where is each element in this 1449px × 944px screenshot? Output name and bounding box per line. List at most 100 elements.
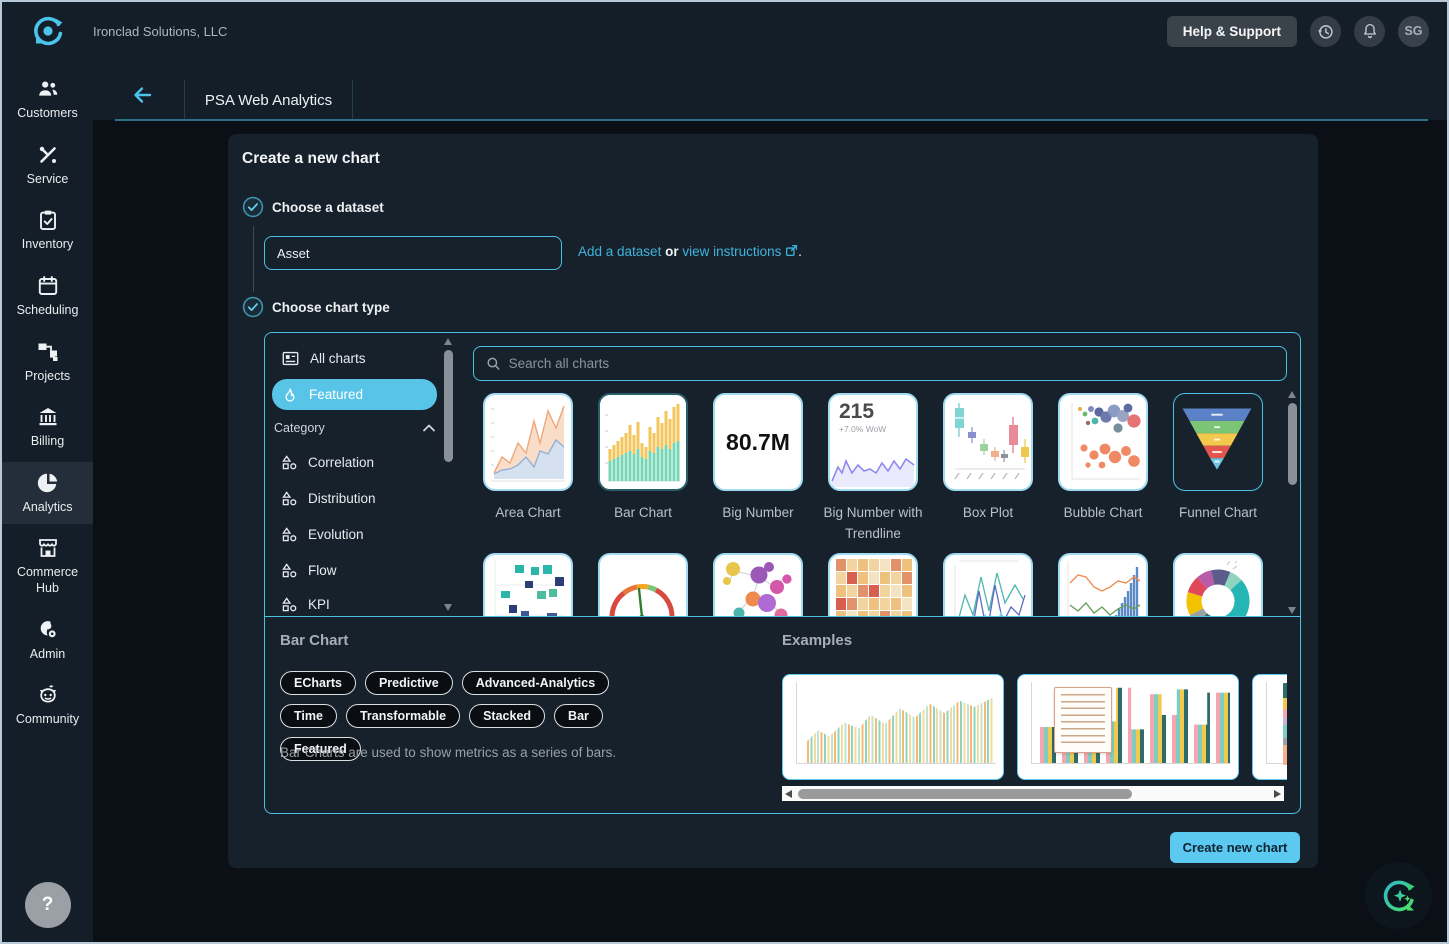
tag-badge: ECharts [280, 671, 356, 695]
app-logo[interactable] [2, 13, 93, 49]
combo-chart-thumbnail [1067, 561, 1141, 616]
topbar: Ironclad Solutions, LLC Help & Support S… [2, 2, 1447, 60]
gallery-icon [282, 351, 299, 365]
nav-category-distribution[interactable]: Distribution [273, 483, 433, 513]
projects-icon [38, 343, 57, 361]
sidebar-item-analytics[interactable]: Analytics [2, 461, 93, 525]
chart-card-label: Big Number [722, 505, 794, 520]
dataset-links: Add a dataset or view instructions . [578, 244, 802, 259]
back-button[interactable] [127, 83, 157, 109]
search-input[interactable] [508, 356, 1274, 371]
history-button[interactable] [1310, 15, 1341, 47]
calendar-heatmap-thumbnail [836, 559, 912, 616]
chart-search[interactable] [473, 346, 1287, 381]
dataset-input[interactable] [264, 236, 562, 270]
topbar-actions: Help & Support SG [1166, 15, 1447, 47]
chart-card-row2[interactable] [828, 553, 918, 616]
sidebar-item-admin[interactable]: Admin [2, 609, 93, 672]
chart-card-big-number-trendline[interactable]: 215 +7.0% WoW [828, 393, 918, 491]
funnel-chart-thumbnail [1182, 408, 1252, 470]
sidebar-item-projects[interactable]: Projects [2, 331, 93, 394]
tab-underline [115, 119, 1428, 121]
help-support-button[interactable]: Help & Support [1166, 15, 1297, 47]
step-connector [252, 226, 254, 292]
chart-card-row2[interactable] [483, 553, 573, 616]
chart-card-bar-chart[interactable] [598, 393, 688, 491]
chart-card-label: Area Chart [495, 505, 561, 520]
nav-all-charts[interactable]: All charts [273, 343, 433, 373]
nav-label: Flow [308, 562, 337, 578]
sidebar-item-label: Customers [17, 106, 78, 120]
nav-category-correlation[interactable]: Correlation [273, 447, 433, 477]
grid-scrollbar-thumb[interactable] [1288, 403, 1297, 485]
chart-card-row2[interactable] [598, 553, 688, 616]
step2-label: Choose chart type [272, 300, 390, 315]
nav-category-evolution[interactable]: Evolution [273, 519, 433, 549]
nav-category-header[interactable]: Category [274, 421, 440, 435]
trendline-numbers: 215 +7.0% WoW [839, 401, 886, 434]
chart-card-area-chart[interactable] [483, 393, 573, 491]
scroll-up-arrow[interactable] [1288, 391, 1296, 398]
example-chart-stacked-bars[interactable] [1252, 674, 1287, 780]
sidebar-item-service[interactable]: Service [2, 134, 93, 197]
example-chart-thin-bars[interactable] [782, 674, 1004, 780]
sidebar-item-inventory[interactable]: Inventory [2, 199, 93, 262]
sidebar-item-label: Analytics [22, 499, 73, 514]
nav-category-kpi[interactable]: KPI [273, 589, 433, 619]
chart-card-label: Box Plot [962, 505, 1014, 520]
schema-icon [282, 562, 297, 577]
examples-scrollbar[interactable] [782, 786, 1284, 801]
tab-psa-web-analytics[interactable]: PSA Web Analytics [185, 80, 352, 120]
chart-card-row2[interactable] [1058, 553, 1148, 616]
chart-card-funnel-chart[interactable] [1173, 393, 1263, 491]
scroll-down-arrow[interactable] [1288, 607, 1296, 614]
scroll-down-arrow[interactable] [444, 604, 452, 611]
tooltip-lines [1061, 694, 1105, 746]
view-instructions-link[interactable]: view instructions [682, 244, 781, 259]
chart-card-row2[interactable] [943, 553, 1033, 616]
nav-scrollbar-thumb[interactable] [444, 350, 453, 462]
chart-card-bubble-chart[interactable] [1058, 393, 1148, 491]
nav-featured[interactable]: Featured [272, 379, 437, 410]
sidebar-item-community[interactable]: Community [2, 674, 93, 737]
chart-card-big-number[interactable]: 80.7M [713, 393, 803, 491]
nav-category-flow[interactable]: Flow [273, 555, 433, 585]
brand-logo-icon [33, 16, 62, 46]
user-avatar[interactable]: SG [1398, 15, 1429, 47]
trend-value: 215 [839, 400, 875, 423]
scroll-left-arrow[interactable] [785, 789, 792, 798]
selector-divider [265, 616, 1300, 617]
chart-card-row2[interactable] [1173, 553, 1263, 616]
nav-label: Correlation [308, 454, 375, 470]
scroll-up-arrow[interactable] [444, 338, 452, 345]
tab-separator [352, 80, 353, 120]
chart-card-box-plot[interactable] [943, 393, 1033, 491]
sidebar-item-commerce-hub[interactable]: Commerce Hub [2, 527, 93, 605]
schema-icon [282, 490, 297, 505]
nav-scrollbar[interactable] [442, 335, 455, 614]
ai-assistant-button[interactable] [1365, 862, 1432, 929]
examples-scrollbar-thumb[interactable] [798, 788, 1132, 799]
example-chart-grouped-bars[interactable] [1017, 674, 1239, 780]
add-dataset-link[interactable]: Add a dataset [578, 244, 661, 259]
scroll-right-arrow[interactable] [1274, 789, 1281, 798]
trendline-sparkline [831, 457, 915, 487]
tag-badge: Predictive [364, 671, 453, 695]
search-icon [487, 357, 500, 370]
sidebar-item-customers[interactable]: Customers [2, 68, 93, 131]
tag-badge: Time [280, 704, 337, 728]
gauge-thumbnail [609, 583, 675, 616]
sidebar-item-label: Admin [29, 646, 66, 661]
help-fab[interactable]: ? [24, 882, 71, 928]
notifications-button[interactable] [1354, 15, 1385, 47]
create-new-chart-button[interactable]: Create new chart [1170, 832, 1300, 863]
chart-description: Bar Charts are used to show metrics as a… [280, 745, 617, 760]
big-number-value: 80.7M [726, 428, 790, 455]
schema-icon [282, 454, 297, 469]
step1-check-icon [242, 196, 264, 218]
sidebar-item-billing[interactable]: Billing [2, 396, 93, 459]
service-tools-icon [39, 146, 56, 163]
grid-scrollbar[interactable] [1286, 389, 1299, 616]
sidebar-item-scheduling[interactable]: Scheduling [2, 265, 93, 328]
chart-card-row2[interactable] [713, 553, 803, 616]
